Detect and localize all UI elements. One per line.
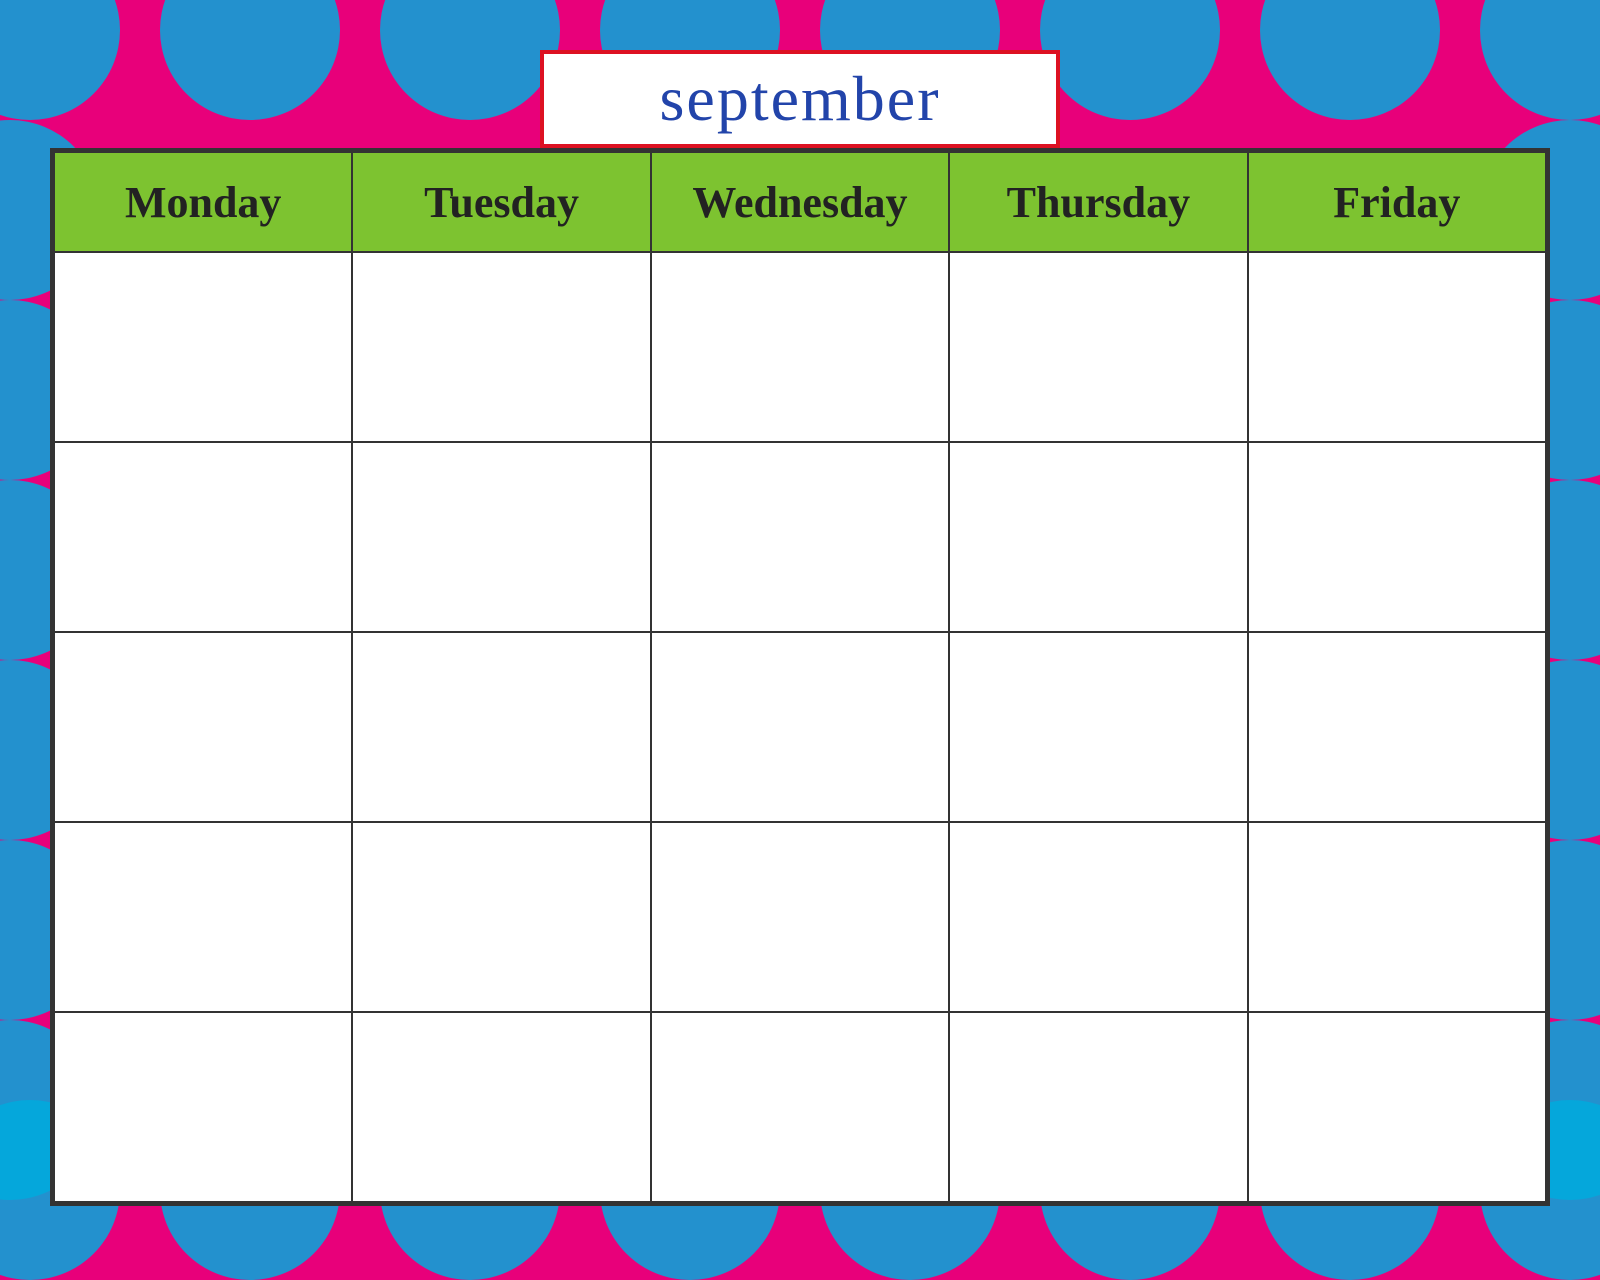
cell-r3-wed[interactable]	[651, 632, 949, 822]
header-monday: Monday	[54, 152, 352, 252]
cell-r5-tue[interactable]	[352, 1012, 650, 1202]
cell-r4-mon[interactable]	[54, 822, 352, 1012]
cell-r1-fri[interactable]	[1248, 252, 1546, 442]
cell-r1-mon[interactable]	[54, 252, 352, 442]
header-row: Monday Tuesday Wednesday Thursday Friday	[54, 152, 1546, 252]
cell-r4-thu[interactable]	[949, 822, 1247, 1012]
month-title: september	[660, 63, 941, 134]
cell-r4-wed[interactable]	[651, 822, 949, 1012]
calendar-table-wrapper: Monday Tuesday Wednesday Thursday Friday	[50, 148, 1550, 1206]
cell-r1-thu[interactable]	[949, 252, 1247, 442]
calendar-row-5	[54, 1012, 1546, 1202]
cell-r5-wed[interactable]	[651, 1012, 949, 1202]
cell-r2-mon[interactable]	[54, 442, 352, 632]
cell-r2-thu[interactable]	[949, 442, 1247, 632]
cell-r5-fri[interactable]	[1248, 1012, 1546, 1202]
cell-r1-tue[interactable]	[352, 252, 650, 442]
cell-r1-wed[interactable]	[651, 252, 949, 442]
cell-r5-thu[interactable]	[949, 1012, 1247, 1202]
header-wednesday: Wednesday	[651, 152, 949, 252]
calendar-wrapper: september Monday Tuesday Wednesday Thurs…	[50, 50, 1550, 1206]
cell-r5-mon[interactable]	[54, 1012, 352, 1202]
cell-r3-fri[interactable]	[1248, 632, 1546, 822]
cell-r3-mon[interactable]	[54, 632, 352, 822]
calendar-table: Monday Tuesday Wednesday Thursday Friday	[53, 151, 1547, 1203]
cell-r3-tue[interactable]	[352, 632, 650, 822]
cell-r2-fri[interactable]	[1248, 442, 1546, 632]
cell-r3-thu[interactable]	[949, 632, 1247, 822]
cell-r4-tue[interactable]	[352, 822, 650, 1012]
month-title-container: september	[540, 50, 1060, 148]
calendar-row-4	[54, 822, 1546, 1012]
header-thursday: Thursday	[949, 152, 1247, 252]
header-tuesday: Tuesday	[352, 152, 650, 252]
cell-r4-fri[interactable]	[1248, 822, 1546, 1012]
calendar-row-2	[54, 442, 1546, 632]
cell-r2-wed[interactable]	[651, 442, 949, 632]
header-friday: Friday	[1248, 152, 1546, 252]
calendar-row-1	[54, 252, 1546, 442]
calendar-row-3	[54, 632, 1546, 822]
cell-r2-tue[interactable]	[352, 442, 650, 632]
